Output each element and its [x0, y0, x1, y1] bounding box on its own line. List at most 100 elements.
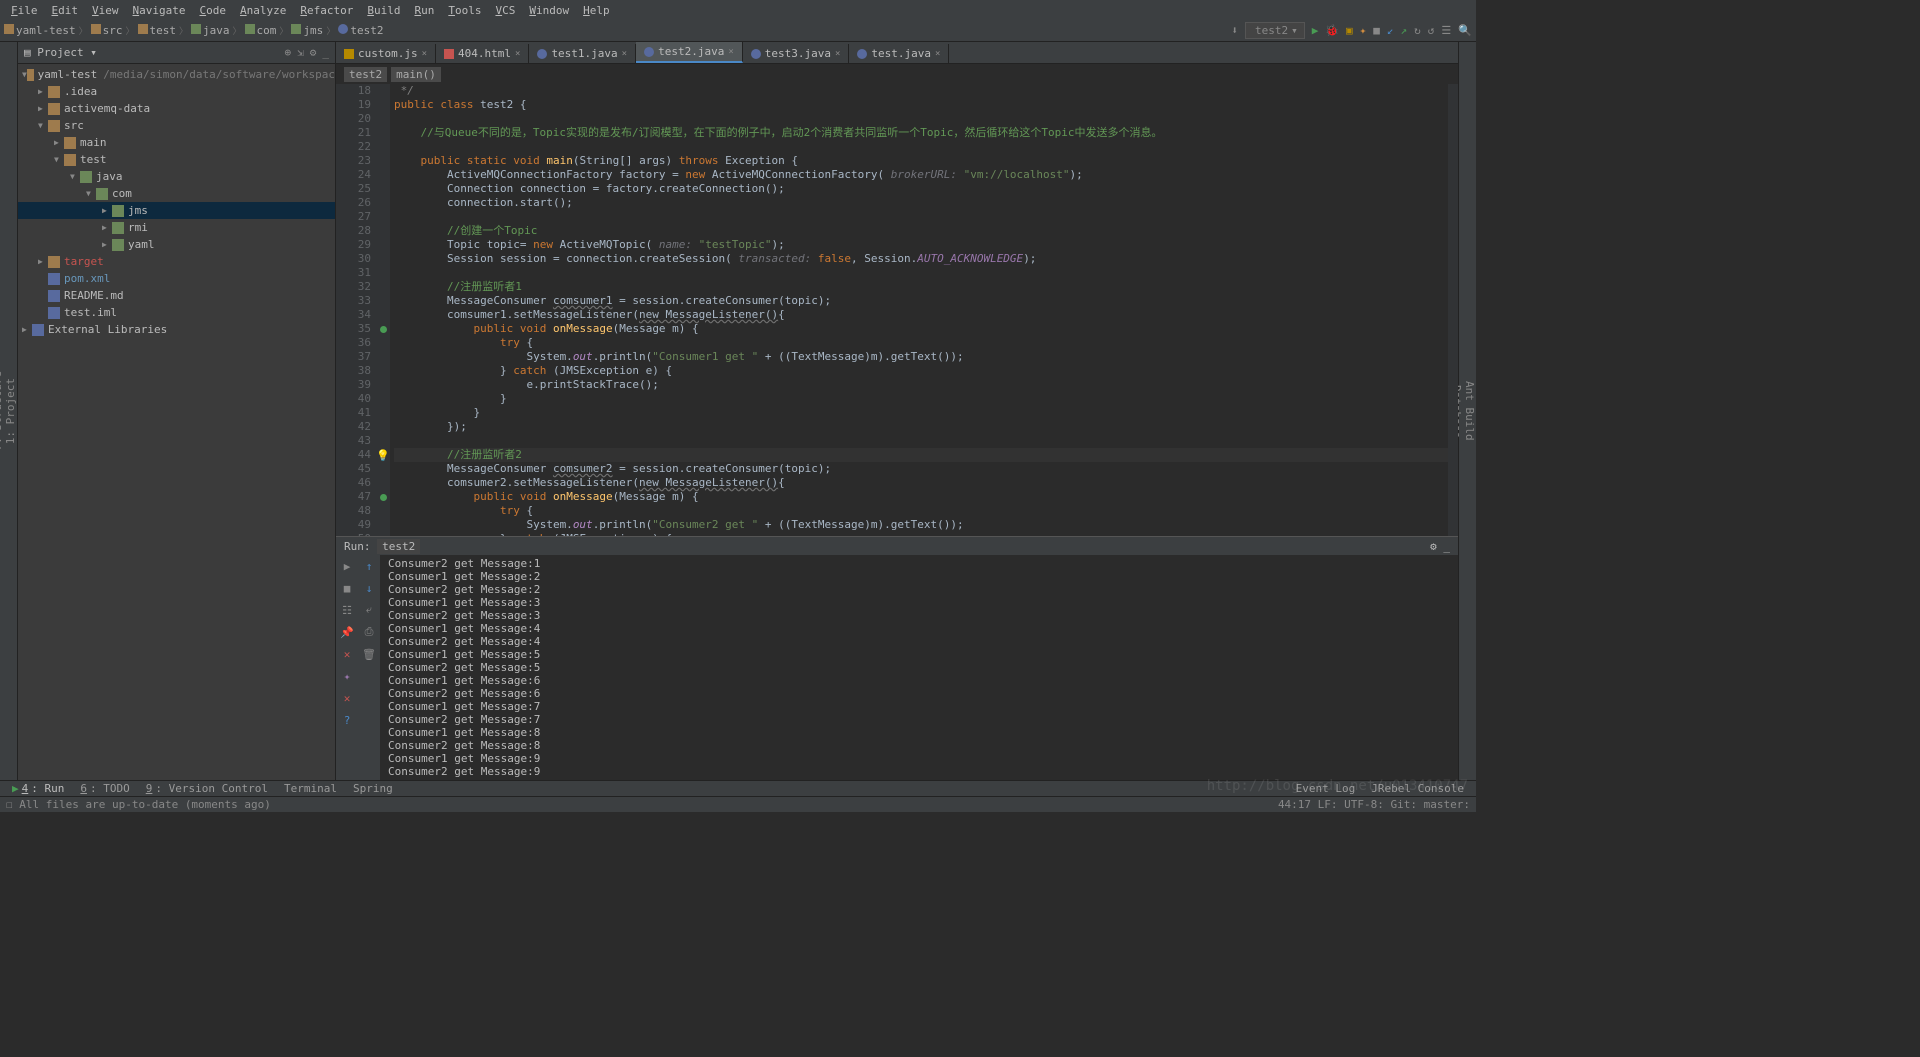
breadcrumb-yaml-test[interactable]: yaml-test	[4, 24, 76, 37]
bottom-tab-Run[interactable]: ▶4: Run	[4, 782, 72, 795]
status-lock-icon[interactable]: ☐	[6, 798, 13, 811]
help-icon[interactable]: ?	[336, 709, 358, 731]
run-config-name: test2	[377, 539, 420, 554]
make-icon[interactable]: ⬇︎	[1231, 24, 1238, 37]
bottom-tab-TODO[interactable]: 6: TODO	[72, 782, 137, 795]
close-icon[interactable]: ×	[422, 49, 427, 59]
close-icon[interactable]: ×	[728, 47, 733, 57]
tree-item-yaml[interactable]: ▶yaml	[18, 236, 335, 253]
vcs-commit-icon[interactable]: ↗	[1401, 24, 1408, 37]
wrap-icon[interactable]: ⤶	[358, 599, 380, 621]
bottom-tab-Terminal[interactable]: Terminal	[276, 782, 345, 795]
close-icon[interactable]: ×	[515, 49, 520, 59]
tab-custom.js[interactable]: custom.js×	[336, 44, 436, 63]
tree-item-com[interactable]: ▼com	[18, 185, 335, 202]
breadcrumb-test2[interactable]: test2	[338, 24, 383, 37]
close-icon[interactable]: ×	[935, 49, 940, 59]
stop-button[interactable]: ■	[336, 577, 358, 599]
autoscroll-icon[interactable]: ⊕	[285, 46, 292, 59]
project-view-icon[interactable]: ▤	[24, 46, 31, 59]
hide-icon[interactable]: _	[322, 46, 329, 59]
project-tree[interactable]: ▼yaml-test/media/simon/data/software/wor…	[18, 64, 335, 780]
close-run-icon[interactable]: ✕	[336, 643, 358, 665]
run-icon[interactable]: ▶	[1312, 24, 1319, 37]
console-output[interactable]: Consumer2 get Message:1Consumer1 get Mes…	[380, 555, 1458, 780]
menu-refactor[interactable]: Refactor	[293, 4, 360, 17]
tree-item-External Libraries[interactable]: ▶External Libraries	[18, 321, 335, 338]
run-config-selector[interactable]: test2▾	[1245, 22, 1305, 39]
breadcrumb-com[interactable]: com	[245, 24, 277, 37]
run-hide-icon[interactable]: _	[1443, 540, 1450, 553]
menu-file[interactable]: File	[4, 4, 45, 17]
pin-icon[interactable]: 📌	[336, 621, 358, 643]
tree-item-README.md[interactable]: README.md	[18, 287, 335, 304]
breadcrumb-jms[interactable]: jms	[291, 24, 323, 37]
code-text[interactable]: */public class test2 { //与Queue不同的是，Topi…	[390, 84, 1448, 536]
rail-1Project[interactable]: 1: Project	[4, 370, 17, 452]
collapse-icon[interactable]: ⇲	[297, 46, 304, 59]
menu-edit[interactable]: Edit	[45, 4, 86, 17]
run-settings-icon[interactable]: ⚙	[1430, 540, 1437, 553]
tab-test1.java[interactable]: test1.java×	[529, 44, 636, 63]
menu-analyze[interactable]: Analyze	[233, 4, 293, 17]
search-icon[interactable]: 🔍	[1458, 24, 1472, 37]
profile-icon[interactable]: ✦	[1360, 24, 1367, 37]
tree-item-target[interactable]: ▶target	[18, 253, 335, 270]
clear-icon[interactable]: 🗑	[358, 643, 380, 665]
tree-item-activemq-data[interactable]: ▶activemq-data	[18, 100, 335, 117]
rail-AntBuild[interactable]: Ant Build	[1463, 373, 1476, 449]
menu-code[interactable]: Code	[192, 4, 233, 17]
vcs-update-icon[interactable]: ↙	[1387, 24, 1394, 37]
tree-item-.idea[interactable]: ▶.idea	[18, 83, 335, 100]
tree-item-yaml-test[interactable]: ▼yaml-test/media/simon/data/software/wor…	[18, 66, 335, 83]
menu-help[interactable]: Help	[576, 4, 617, 17]
tab-test2.java[interactable]: test2.java×	[636, 42, 743, 63]
rerun-icon[interactable]: ▶	[336, 555, 358, 577]
console-line: Consumer2 get Message:8	[388, 739, 1450, 752]
tree-item-rmi[interactable]: ▶rmi	[18, 219, 335, 236]
breadcrumb-java[interactable]: java	[191, 24, 230, 37]
settings-icon[interactable]: ⚙	[310, 46, 317, 59]
tab-test.java[interactable]: test.java×	[849, 44, 949, 63]
vcs-revert-icon[interactable]: ↺	[1428, 24, 1435, 37]
structure-icon[interactable]: ☰	[1441, 24, 1451, 37]
close-icon[interactable]: ×	[835, 49, 840, 59]
tab-test3.java[interactable]: test3.java×	[743, 44, 850, 63]
tree-item-test[interactable]: ▼test	[18, 151, 335, 168]
crumb-test2[interactable]: test2	[344, 67, 387, 82]
up-icon[interactable]: ↑	[358, 555, 380, 577]
tree-item-java[interactable]: ▼java	[18, 168, 335, 185]
tab-404.html[interactable]: 404.html×	[436, 44, 529, 63]
menu-view[interactable]: View	[85, 4, 126, 17]
close-tab-icon[interactable]: ✕	[336, 687, 358, 709]
tree-item-pom.xml[interactable]: pom.xml	[18, 270, 335, 287]
code-area[interactable]: 1819202122232425262728293031323334353637…	[336, 84, 1458, 536]
breadcrumb-test[interactable]: test	[138, 24, 177, 37]
menu-vcs[interactable]: VCS	[488, 4, 522, 17]
tree-item-jms[interactable]: ▶jms	[18, 202, 335, 219]
bottom-tab-VersionControl[interactable]: 9: Version Control	[138, 782, 276, 795]
menu-run[interactable]: Run	[407, 4, 441, 17]
vcs-history-icon[interactable]: ↻	[1414, 24, 1421, 37]
breadcrumb-src[interactable]: src	[91, 24, 123, 37]
tree-item-test.iml[interactable]: test.iml	[18, 304, 335, 321]
coverage-icon[interactable]: ▣	[1346, 24, 1353, 37]
error-stripe[interactable]	[1448, 84, 1458, 536]
menu-tools[interactable]: Tools	[441, 4, 488, 17]
layout-icon[interactable]: ☷	[336, 599, 358, 621]
jr-icon[interactable]: ✦	[336, 665, 358, 687]
bottom-tab-Spring[interactable]: Spring	[345, 782, 401, 795]
rail-7Structure[interactable]: 7: Structure	[0, 363, 4, 458]
print-icon[interactable]: ⎙	[358, 621, 380, 643]
menu-navigate[interactable]: Navigate	[126, 4, 193, 17]
down-icon[interactable]: ↓	[358, 577, 380, 599]
watermark: http://blog.csdn.net/u013410747	[1207, 778, 1468, 794]
debug-icon[interactable]: 🐞	[1325, 24, 1339, 37]
menu-window[interactable]: Window	[522, 4, 576, 17]
stop-icon[interactable]: ■	[1373, 24, 1380, 37]
tree-item-main[interactable]: ▶main	[18, 134, 335, 151]
menu-build[interactable]: Build	[360, 4, 407, 17]
close-icon[interactable]: ×	[622, 49, 627, 59]
crumb-main()[interactable]: main()	[391, 67, 441, 82]
tree-item-src[interactable]: ▼src	[18, 117, 335, 134]
